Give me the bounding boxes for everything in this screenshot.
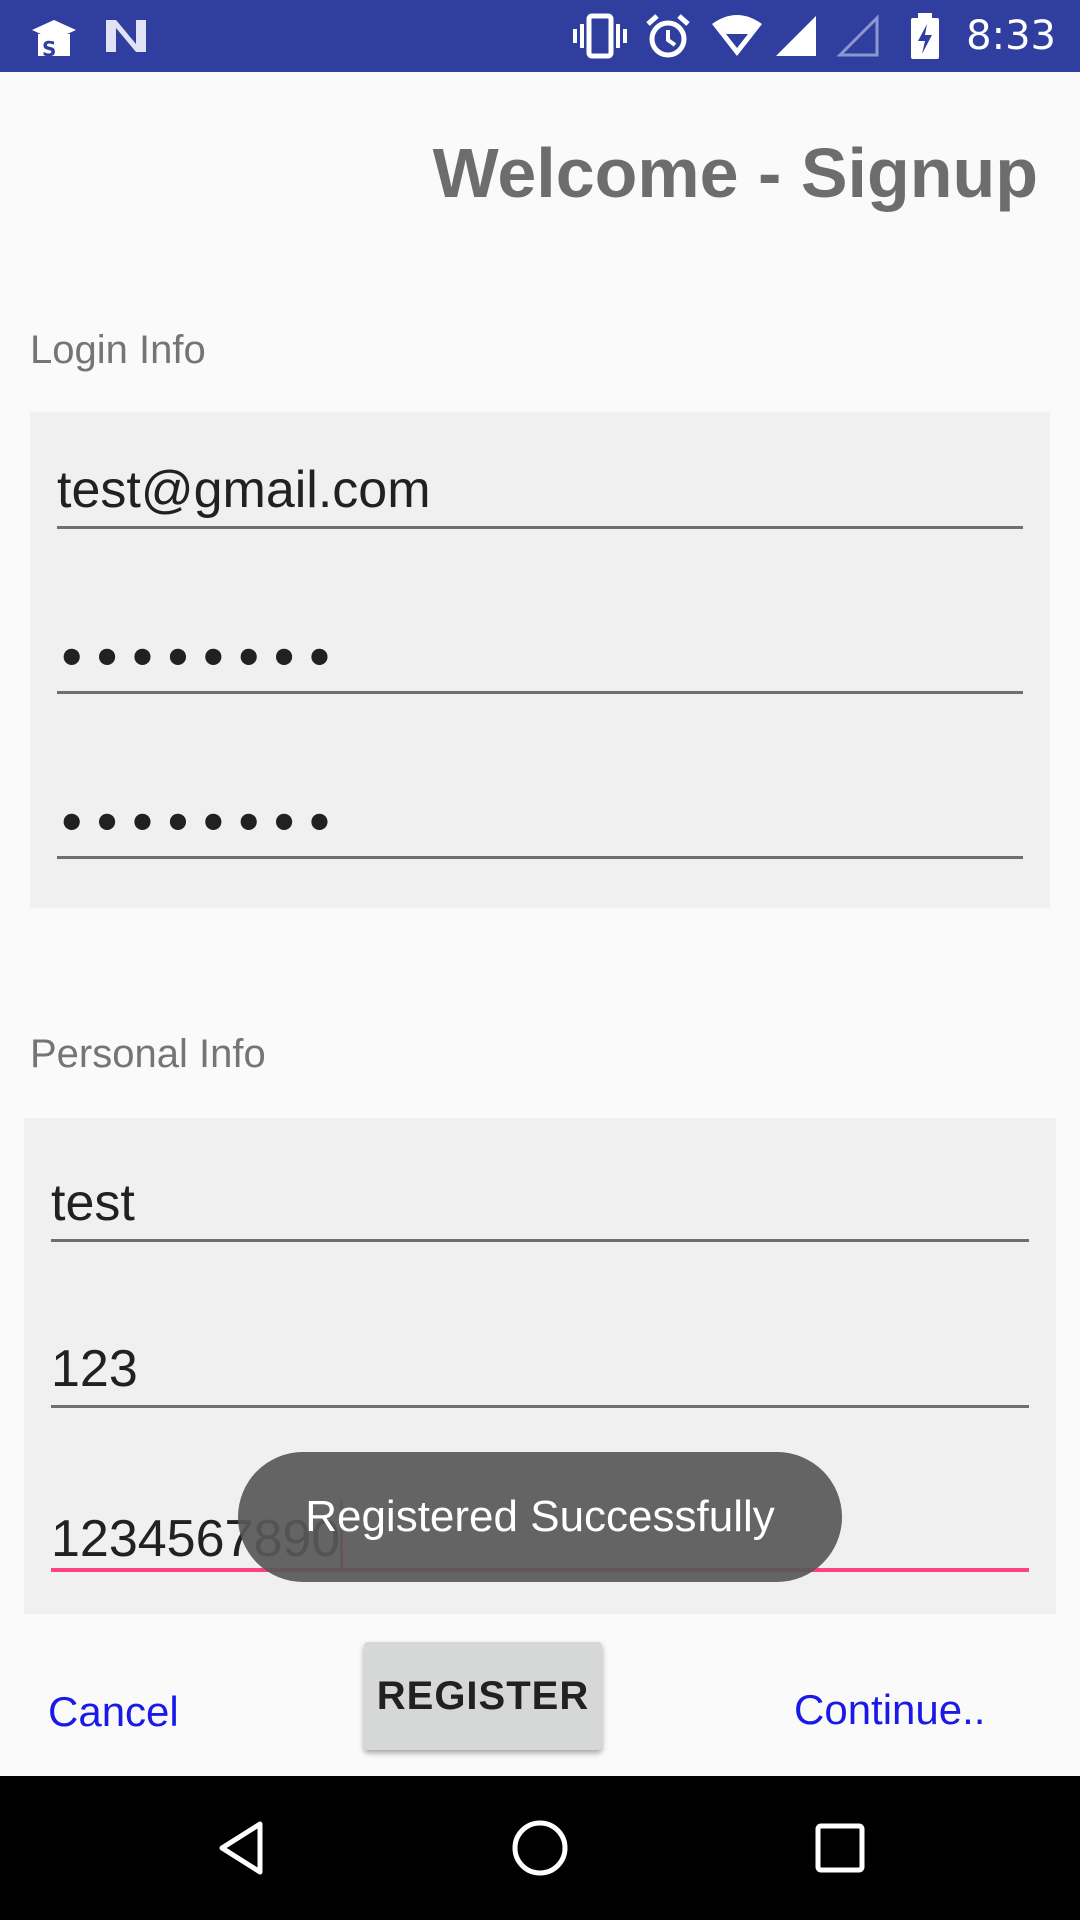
status-time: 8:33 bbox=[966, 13, 1056, 59]
name-field[interactable]: test bbox=[51, 1170, 1029, 1242]
app-notification-icon: S bbox=[32, 20, 76, 60]
recents-icon[interactable] bbox=[808, 1816, 872, 1880]
password-field[interactable]: •••••••• bbox=[57, 622, 1023, 694]
svg-text:S: S bbox=[42, 37, 56, 60]
cell-signal-icon bbox=[776, 16, 816, 56]
login-info-panel: test@gmail.com •••••••• •••••••• bbox=[30, 412, 1050, 908]
register-button[interactable]: REGISTER bbox=[364, 1642, 602, 1750]
navigation-bar bbox=[0, 1776, 1080, 1920]
cell-signal-empty-icon bbox=[836, 14, 879, 57]
login-info-label: Login Info bbox=[30, 328, 206, 372]
continue-button[interactable]: Continue.. bbox=[794, 1682, 985, 1738]
home-icon[interactable] bbox=[508, 1816, 572, 1880]
email-field[interactable]: test@gmail.com bbox=[57, 457, 1023, 529]
battery-charging-icon bbox=[911, 13, 939, 59]
page-title: Welcome - Signup bbox=[432, 134, 1038, 212]
vibrate-icon bbox=[573, 13, 627, 59]
confirm-password-field[interactable]: •••••••• bbox=[57, 787, 1023, 859]
personal-info-label: Personal Info bbox=[30, 1032, 266, 1076]
wifi-icon bbox=[712, 15, 762, 56]
age-field[interactable]: 123 bbox=[51, 1336, 1029, 1408]
cancel-button[interactable]: Cancel bbox=[48, 1684, 179, 1740]
status-bar: S 8:33 bbox=[0, 0, 1080, 72]
back-icon[interactable] bbox=[210, 1816, 274, 1880]
alarm-icon bbox=[646, 14, 690, 58]
toast-message: Registered Successfully bbox=[238, 1452, 842, 1582]
n-notification-icon bbox=[106, 20, 146, 52]
